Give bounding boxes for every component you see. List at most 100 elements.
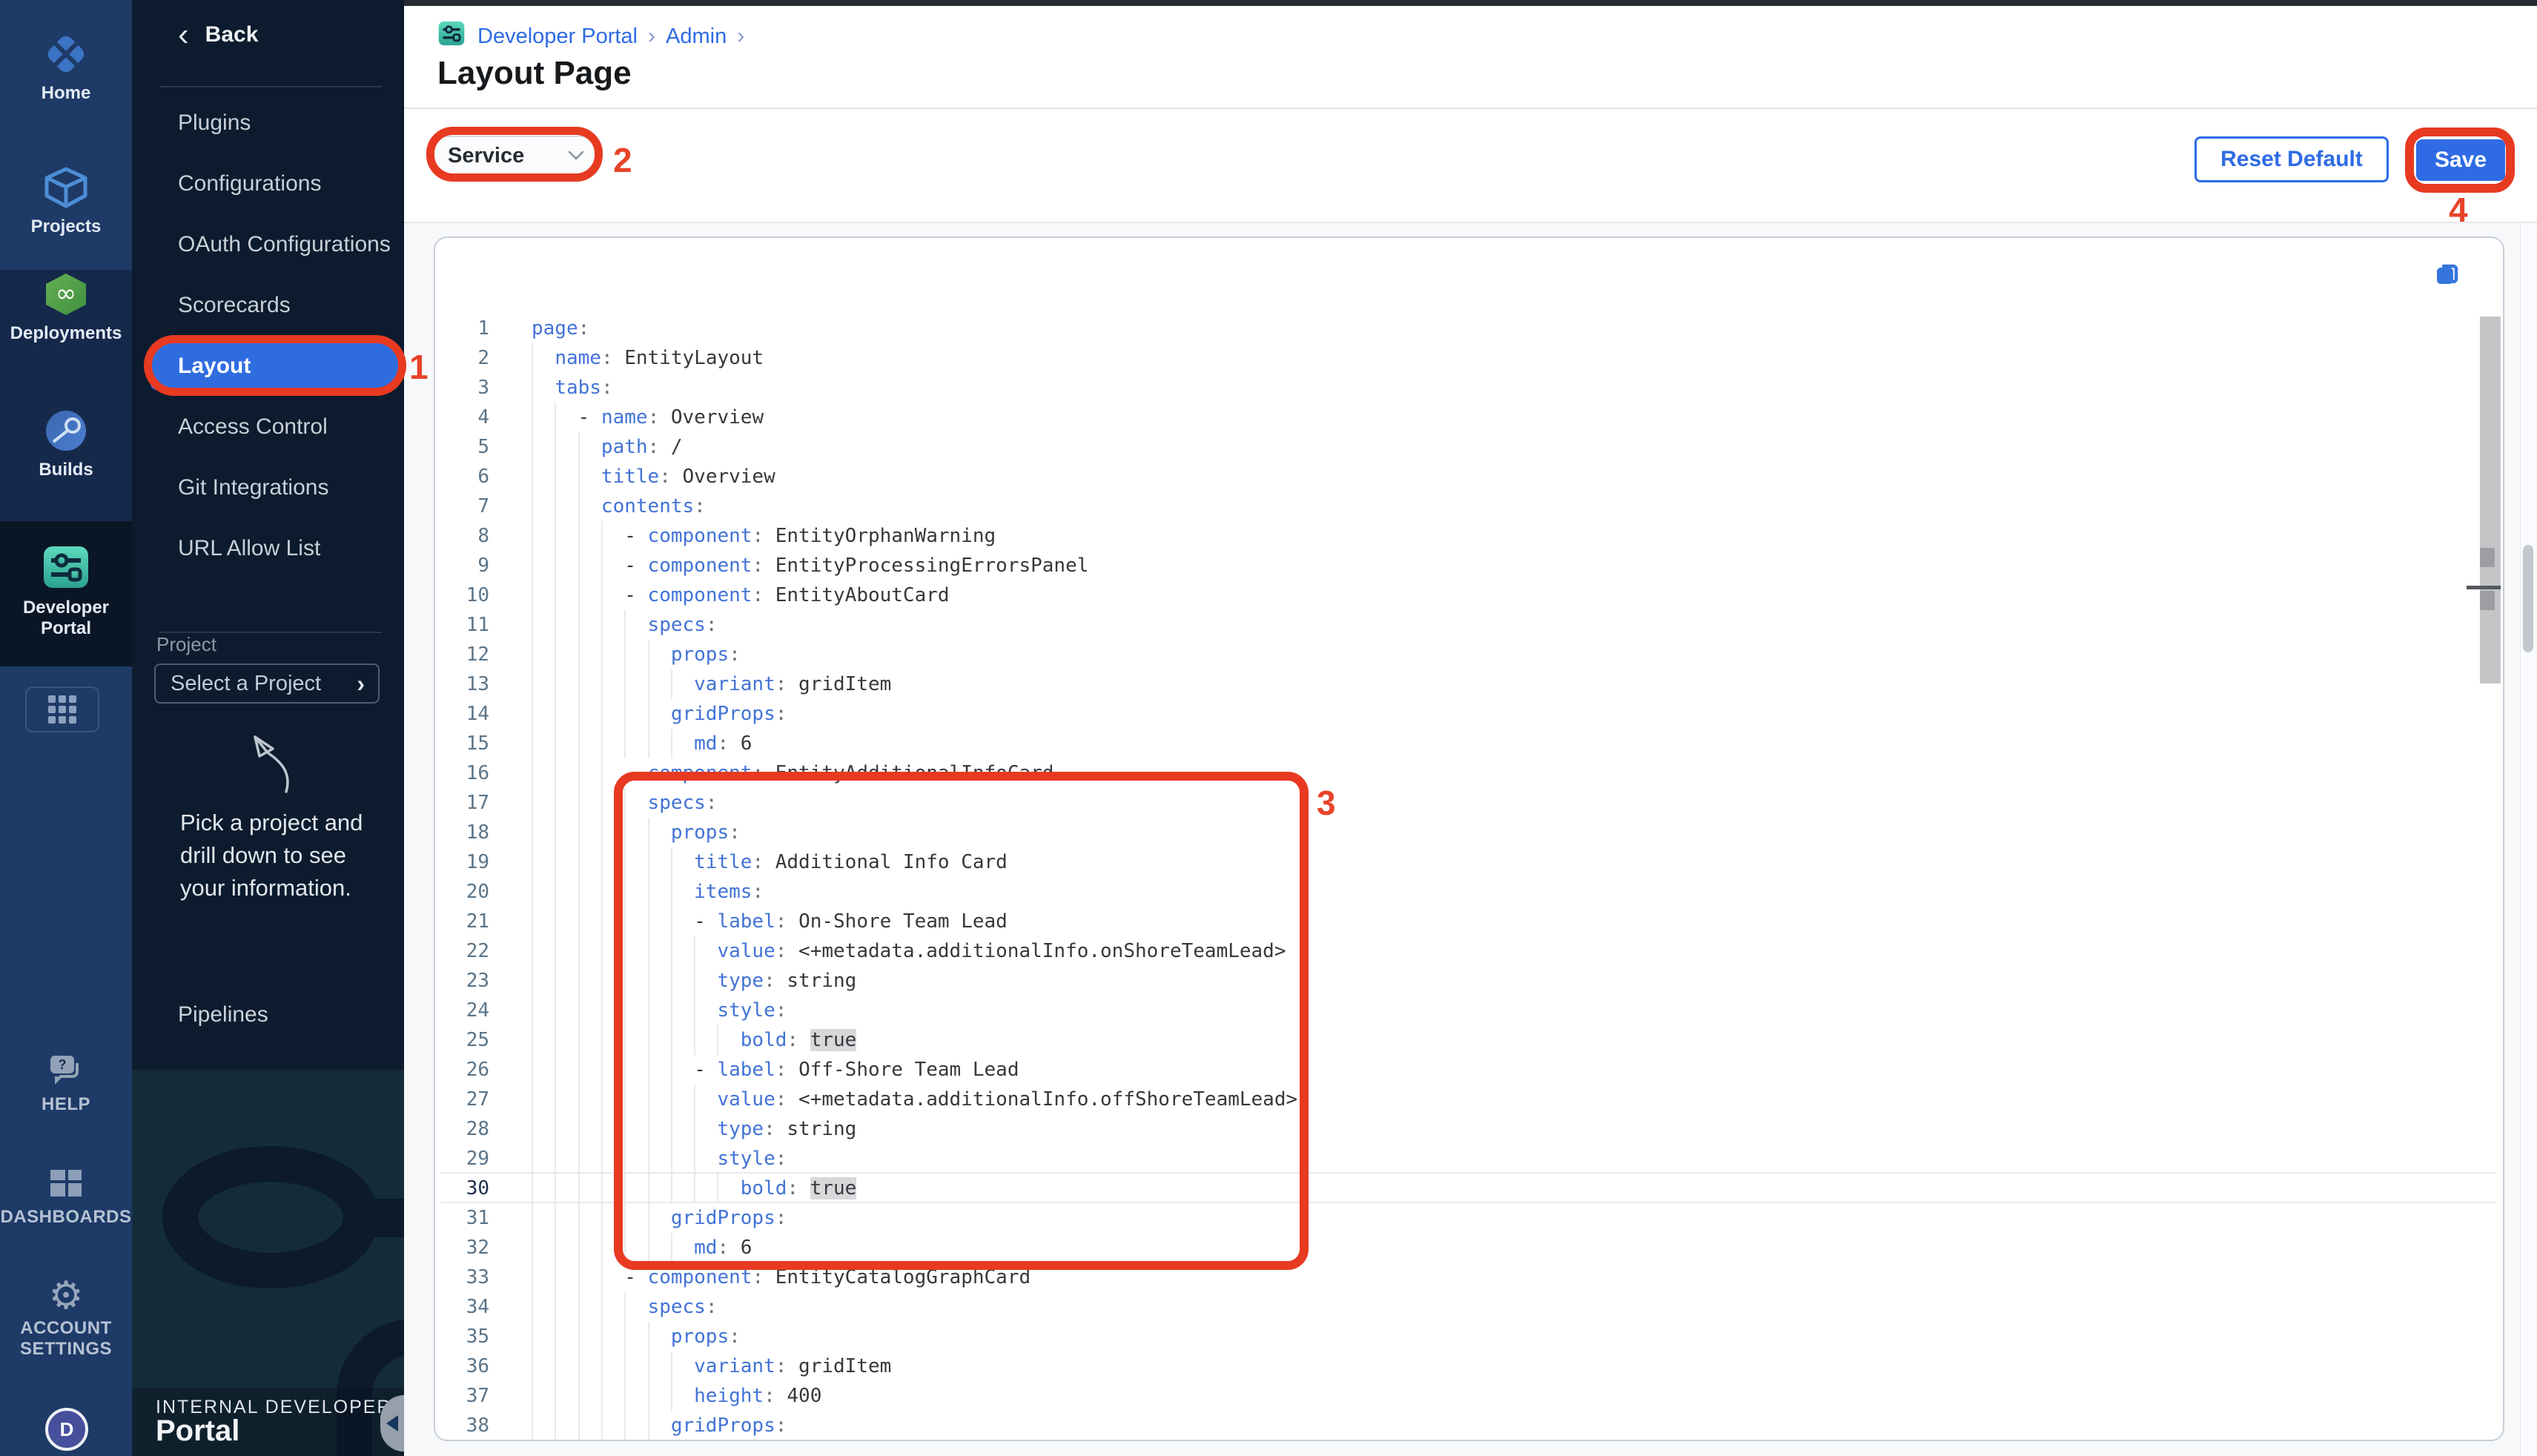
code-line-2[interactable]: 2 name: EntityLayout: [435, 343, 2476, 373]
line-number: 19: [435, 847, 489, 877]
code-line-12[interactable]: 12 props:: [435, 640, 2476, 669]
user-avatar[interactable]: D: [45, 1408, 88, 1451]
sidebar-item-git-integrations[interactable]: Git Integrations: [132, 457, 404, 518]
line-number: 30: [435, 1174, 489, 1203]
entity-type-select[interactable]: Service: [433, 136, 598, 176]
code-line-28[interactable]: 28 type: string: [435, 1114, 2476, 1144]
code-line-34[interactable]: 34 specs:: [435, 1292, 2476, 1322]
save-button[interactable]: Save: [2416, 139, 2505, 181]
project-section-label: Project: [156, 633, 216, 656]
svg-text:∞: ∞: [56, 279, 76, 308]
gear-icon: ⚙: [0, 1277, 132, 1315]
code-line-36[interactable]: 36 variant: gridItem: [435, 1351, 2476, 1381]
code-line-3[interactable]: 3 tabs:: [435, 373, 2476, 403]
line-number: 13: [435, 669, 489, 699]
line-number: 5: [435, 432, 489, 462]
project-select[interactable]: Select a Project ›: [154, 664, 380, 704]
code-line-4[interactable]: 4 - name: Overview: [435, 403, 2476, 432]
line-number: 8: [435, 521, 489, 551]
line-number: 17: [435, 788, 489, 818]
code-line-30[interactable]: 30 bold: true: [435, 1174, 2476, 1203]
code-line-37[interactable]: 37 height: 400: [435, 1381, 2476, 1411]
rail-item-builds[interactable]: Builds: [0, 408, 132, 480]
sidebar-item-access-control[interactable]: Access Control: [132, 397, 404, 457]
code-line-13[interactable]: 13 variant: gridItem: [435, 669, 2476, 699]
grid-icon: [48, 695, 76, 724]
code-line-22[interactable]: 22 value: <+metadata.additionalInfo.onSh…: [435, 936, 2476, 966]
copy-icon[interactable]: [2433, 260, 2461, 292]
code-line-1[interactable]: 1page:: [435, 314, 2476, 343]
line-number: 1: [435, 314, 489, 343]
yaml-code[interactable]: 1page:2 name: EntityLayout3 tabs:4 - nam…: [435, 314, 2476, 1440]
rail-item-home[interactable]: Home: [0, 31, 132, 104]
rail-item-help[interactable]: ? HELP: [0, 1053, 132, 1115]
page-scrollbar[interactable]: [2520, 223, 2537, 1456]
help-icon: ?: [0, 1053, 132, 1088]
sidebar-item-label: Layout: [178, 354, 251, 379]
chevron-right-icon: ›: [357, 670, 365, 698]
rail-item-developer-portal[interactable]: Developer Portal: [0, 543, 132, 639]
sidebar-item-layout[interactable]: Layout: [132, 336, 404, 397]
code-line-24[interactable]: 24 style:: [435, 996, 2476, 1025]
scrollbar-decoration: [2480, 548, 2495, 567]
sidebar-item-plugins[interactable]: Plugins: [132, 93, 404, 153]
rail-item-dashboards[interactable]: DASHBOARDS: [0, 1167, 132, 1228]
reset-default-button[interactable]: Reset Default: [2194, 136, 2389, 182]
chevron-separator-icon: ›: [737, 24, 744, 49]
code-line-29[interactable]: 29 style:: [435, 1144, 2476, 1174]
line-number: 12: [435, 640, 489, 669]
sidebar-item-label: OAuth Configurations: [178, 232, 391, 257]
code-line-8[interactable]: 8 - component: EntityOrphanWarning: [435, 521, 2476, 551]
code-line-19[interactable]: 19 title: Additional Info Card: [435, 847, 2476, 877]
line-number: 3: [435, 373, 489, 403]
rail-item-projects[interactable]: Projects: [0, 165, 132, 237]
editor-scrollbar[interactable]: [2480, 317, 2501, 684]
builds-icon: [0, 408, 132, 454]
module-picker-button[interactable]: [25, 686, 99, 732]
code-line-14[interactable]: 14 gridProps:: [435, 699, 2476, 729]
page-scrollbar-thumb[interactable]: [2523, 545, 2533, 652]
code-line-10[interactable]: 10 - component: EntityAboutCard: [435, 580, 2476, 610]
code-line-21[interactable]: 21 - label: On-Shore Team Lead: [435, 907, 2476, 936]
sidebar-item-scorecards[interactable]: Scorecards: [132, 275, 404, 336]
code-line-7[interactable]: 7 contents:: [435, 492, 2476, 521]
sidebar-item-oauth-configurations[interactable]: OAuth Configurations: [132, 214, 404, 275]
code-line-26[interactable]: 26 - label: Off-Shore Team Lead: [435, 1055, 2476, 1085]
triangle-left-icon: [386, 1415, 398, 1432]
code-line-23[interactable]: 23 type: string: [435, 966, 2476, 996]
line-number: 27: [435, 1085, 489, 1114]
line-number: 20: [435, 877, 489, 907]
admin-menu: Plugins Configurations OAuth Configuration…: [132, 93, 404, 579]
code-line-31[interactable]: 31 gridProps:: [435, 1203, 2476, 1233]
sidebar-item-pipelines[interactable]: Pipelines: [178, 1002, 268, 1028]
code-line-27[interactable]: 27 value: <+metadata.additionalInfo.offS…: [435, 1085, 2476, 1114]
code-line-18[interactable]: 18 props:: [435, 818, 2476, 847]
code-line-9[interactable]: 9 - component: EntityProcessingErrorsPan…: [435, 551, 2476, 580]
code-line-32[interactable]: 32 md: 6: [435, 1233, 2476, 1263]
back-button[interactable]: ‹ Back: [178, 22, 258, 47]
breadcrumb-admin[interactable]: Admin: [666, 24, 727, 49]
code-line-16[interactable]: 16 - component: EntityAdditionalInfoCard: [435, 758, 2476, 788]
sidebar-item-url-allow-list[interactable]: URL Allow List: [132, 518, 404, 579]
breadcrumb-developer-portal[interactable]: Developer Portal: [477, 24, 638, 49]
deployments-icon: ∞: [0, 271, 132, 317]
home-icon: [0, 31, 132, 77]
sidebar-item-configurations[interactable]: Configurations: [132, 153, 404, 214]
code-line-5[interactable]: 5 path: /: [435, 432, 2476, 462]
line-number: 14: [435, 699, 489, 729]
code-line-15[interactable]: 15 md: 6: [435, 729, 2476, 758]
rail-item-account-settings[interactable]: ⚙ ACCOUNT SETTINGS: [0, 1277, 132, 1360]
code-line-17[interactable]: 17 specs:: [435, 788, 2476, 818]
main-content: Developer Portal › Admin › Layout Page S…: [404, 0, 2537, 1456]
code-line-33[interactable]: 33 - component: EntityCatalogGraphCard: [435, 1263, 2476, 1292]
line-number: 2: [435, 343, 489, 373]
rail-item-deployments[interactable]: ∞ Deployments: [0, 271, 132, 344]
code-line-20[interactable]: 20 items:: [435, 877, 2476, 907]
line-number: 28: [435, 1114, 489, 1144]
code-line-25[interactable]: 25 bold: true: [435, 1025, 2476, 1055]
code-line-38[interactable]: 38 gridProps:: [435, 1411, 2476, 1440]
code-line-11[interactable]: 11 specs:: [435, 610, 2476, 640]
code-line-35[interactable]: 35 props:: [435, 1322, 2476, 1351]
sidebar-item-label: Plugins: [178, 110, 251, 136]
code-line-6[interactable]: 6 title: Overview: [435, 462, 2476, 492]
